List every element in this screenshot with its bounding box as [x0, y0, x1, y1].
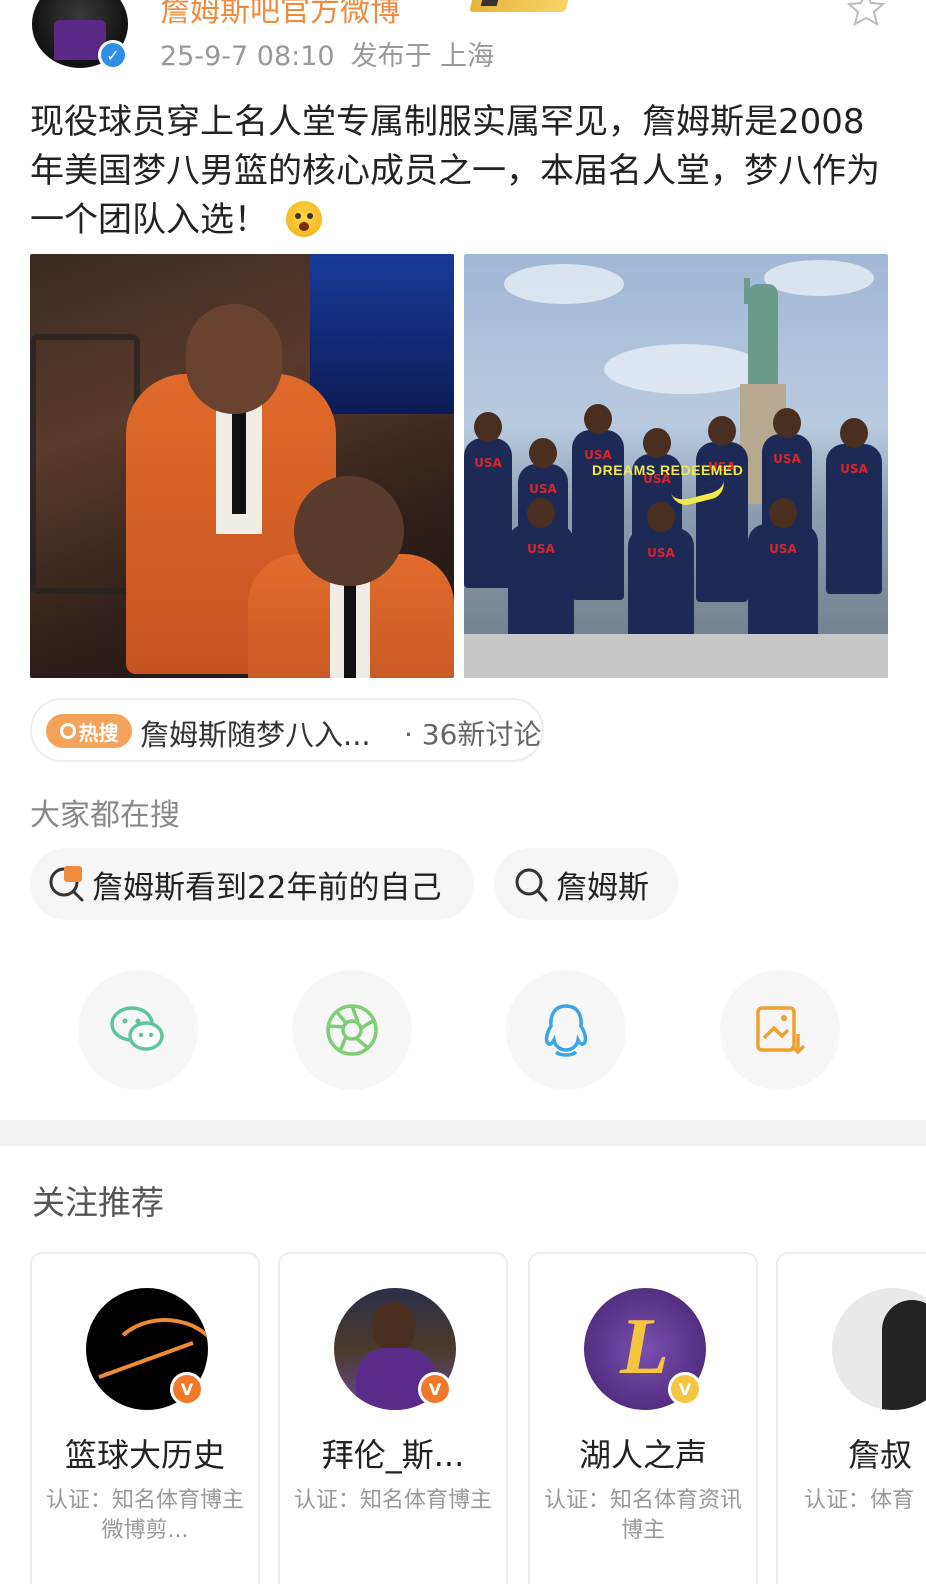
- wechat-icon: [110, 1006, 164, 1051]
- silhouette-avatar: [832, 1288, 926, 1410]
- jersey-label: USA: [584, 448, 612, 462]
- post-header: ✓ 詹姆斯吧官方微博 25-9-7 08:10 发布于 上海: [0, 0, 926, 90]
- hot-badge-label: 热搜: [78, 720, 119, 745]
- search-section-label: 大家都在搜: [30, 798, 180, 833]
- jersey-label: USA: [840, 462, 868, 476]
- favorite-star-icon[interactable]: [846, 0, 886, 26]
- share-wechat-button[interactable]: [78, 970, 198, 1090]
- verified-icon: ✓: [98, 40, 128, 70]
- recommend-name: 篮球大历史: [64, 1436, 225, 1474]
- verified-badge-icon: V: [418, 1372, 452, 1406]
- post-text: 现役球员穿上名人堂专属制服实属罕见，詹姆斯是2008年美国梦八男篮的核心成员之一…: [30, 102, 880, 240]
- hot-topic-chip[interactable]: 热搜 詹姆斯随梦八入... · 36新讨论: [30, 698, 544, 762]
- hot-topic-count: · 36新讨论: [404, 718, 542, 751]
- search-suggestion-chip[interactable]: 詹姆斯: [494, 848, 678, 920]
- recommend-name: 詹叔: [848, 1436, 913, 1474]
- post-location: 发布于 上海: [350, 41, 495, 72]
- person-head: [186, 304, 282, 414]
- search-suggestion-text: 詹姆斯: [556, 870, 649, 906]
- save-image-button[interactable]: [720, 970, 840, 1090]
- jersey-label: USA: [527, 542, 555, 556]
- recommend-title: 关注推荐: [32, 1183, 164, 1222]
- player-shape: USA: [748, 498, 818, 644]
- recommend-name: 湖人之声: [578, 1436, 707, 1474]
- post-image-1[interactable]: [30, 254, 454, 678]
- vip-badge-icon: [469, 0, 571, 12]
- chair-shape: [30, 334, 140, 594]
- tie-shape: [344, 584, 356, 678]
- hot-topic-title: 詹姆斯随梦八入...: [140, 718, 371, 752]
- jersey-label: USA: [529, 482, 557, 496]
- moments-icon: [326, 1004, 378, 1056]
- cloud-shape: [764, 260, 874, 296]
- section-divider: [0, 1120, 926, 1146]
- jersey-label: USA: [647, 546, 675, 560]
- verified-badge-icon: V: [668, 1372, 702, 1406]
- image-caption: DREAMS REDEEMED: [592, 462, 744, 478]
- save-image-icon: [756, 1006, 806, 1055]
- author-name[interactable]: 詹姆斯吧官方微博: [160, 0, 400, 30]
- post-body: 现役球员穿上名人堂专属制服实属罕见，詹姆斯是2008年美国梦八男篮的核心成员之一…: [30, 98, 896, 245]
- verified-badge-icon: V: [170, 1372, 204, 1406]
- jersey-label: USA: [773, 452, 801, 466]
- shocked-emoji-icon: [286, 201, 322, 237]
- hot-search-badge: 热搜: [46, 714, 132, 748]
- player-shape: USA: [464, 412, 512, 588]
- hot-search-icon: [49, 866, 84, 902]
- recommend-card[interactable]: V 湖人之声 认证：知名体育资讯博主: [528, 1252, 758, 1584]
- recommend-card[interactable]: V 拜伦_斯... 认证：知名体育博主: [278, 1252, 508, 1584]
- recommend-desc: 认证：知名体育博主 微博剪...: [45, 1488, 244, 1543]
- jersey-label: USA: [769, 542, 797, 556]
- post-timestamp: 25-9-7 08:10: [160, 41, 335, 72]
- search-icon: [515, 868, 548, 902]
- player-shape: USA: [572, 404, 624, 600]
- qq-icon: [544, 1004, 588, 1057]
- search-suggestion-chip[interactable]: 詹姆斯看到22年前的自己: [30, 848, 474, 920]
- stage-backdrop: [310, 254, 454, 414]
- statue-of-liberty: [748, 284, 778, 394]
- recommend-name: 拜伦_斯...: [321, 1436, 465, 1474]
- recommend-card[interactable]: V 篮球大历史 认证：知名体育博主 微博剪...: [30, 1252, 260, 1584]
- post-image-2[interactable]: USA USA USA USA USA USA USA USA USA USA …: [464, 254, 888, 678]
- share-moments-button[interactable]: [292, 970, 412, 1090]
- share-qq-button[interactable]: [506, 970, 626, 1090]
- player-shape: USA: [628, 502, 694, 644]
- recommend-desc: 认证：知名体育博主: [293, 1488, 492, 1513]
- recommend-card[interactable]: 詹叔 认证：体育: [776, 1252, 926, 1584]
- post-meta: 25-9-7 08:10 发布于 上海: [160, 34, 494, 73]
- jersey-label: USA: [474, 456, 502, 470]
- cloud-shape: [504, 264, 624, 304]
- ground-shape: [464, 634, 888, 678]
- player-shape: USA: [826, 418, 882, 594]
- recommend-desc: 认证：体育: [804, 1488, 915, 1513]
- player-shape: USA: [508, 498, 574, 644]
- recommend-desc: 认证：知名体育资讯博主: [543, 1488, 742, 1543]
- person-head: [294, 476, 404, 586]
- search-suggestion-text: 詹姆斯看到22年前的自己: [92, 870, 442, 906]
- search-icon: [59, 723, 76, 739]
